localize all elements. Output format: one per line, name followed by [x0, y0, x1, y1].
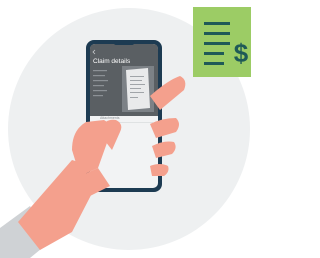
phone-screen-title: Claim details: [93, 58, 131, 65]
illustration: $: [0, 7, 251, 258]
finger-4: [150, 164, 169, 176]
receipt-photo-icon: [122, 66, 154, 112]
svg-text:$: $: [234, 38, 249, 68]
phone-footer-label: Attachments: [100, 116, 120, 120]
dollar-document-icon: $: [193, 7, 251, 77]
